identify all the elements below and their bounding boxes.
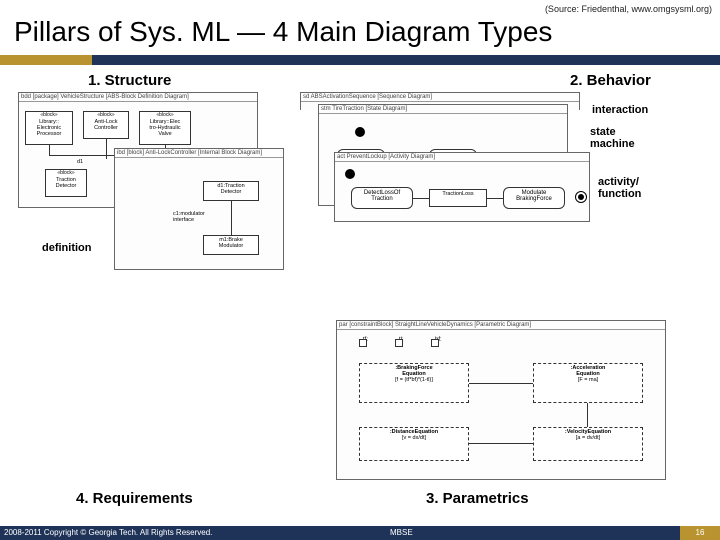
activity-final-dot xyxy=(578,194,584,200)
par-velocity: :VelocityEquation [a = dv/dt] xyxy=(533,427,643,461)
par-diagram: par [constraintBlock] StraightLineVehicl… xyxy=(336,320,666,480)
label-interaction: interaction xyxy=(592,104,648,116)
footer: 2008-2011 Copyright © Georgia Tech. All … xyxy=(0,526,720,540)
bdd-block-traction: «block» Traction Detector xyxy=(45,169,87,197)
ibd-traction-detector: d1:Traction Detector xyxy=(203,181,259,201)
ibd-header: ibd [block] Anti-LockController [Interna… xyxy=(115,149,283,158)
section-structure: 1. Structure xyxy=(88,72,171,89)
par-port-box xyxy=(359,339,367,347)
initial-state-icon xyxy=(355,127,365,137)
act-line xyxy=(487,198,503,199)
footer-center: MBSE xyxy=(390,526,413,540)
ibd-line xyxy=(231,201,232,235)
label-activity: activity/ function xyxy=(598,176,641,200)
page-title: Pillars of Sys. ML — 4 Main Diagram Type… xyxy=(14,16,552,48)
sd-header: sd ABSActivationSequence [Sequence Diagr… xyxy=(301,93,579,102)
ibd-brake-modulator: m1:Brake Modulator xyxy=(203,235,259,255)
bdd-block-valve: «block» Library::Elec tro-Hydraulic Valv… xyxy=(139,111,191,145)
bdd-line xyxy=(49,145,50,155)
activity-final-icon xyxy=(575,191,587,203)
par-line xyxy=(469,443,533,444)
par-header: par [constraintBlock] StraightLineVehicl… xyxy=(337,321,665,330)
bdd-block-antilock: «block» Anti-Lock Controller xyxy=(83,111,129,139)
footer-copyright: 2008-2011 Copyright © Georgia Tech. All … xyxy=(0,526,680,540)
par-acceleration: :Acceleration Equation [F = ma] xyxy=(533,363,643,403)
ibd-modulator-label: c1:modulator interface xyxy=(173,211,205,223)
source-citation: (Source: Friedenthal, www.omgsysml.org) xyxy=(545,4,712,14)
footer-page-number: 16 xyxy=(680,526,720,540)
act-detect: DetectLossOf Traction xyxy=(351,187,413,209)
bdd-block-processor: «block» Library:: Electronic Processor xyxy=(25,111,73,145)
bdd-line xyxy=(106,139,107,159)
act-diagram: act PreventLockup [Activity Diagram] Det… xyxy=(334,152,590,222)
section-requirements: 4. Requirements xyxy=(76,490,193,507)
ibd-diagram: ibd [block] Anti-LockController [Interna… xyxy=(114,148,284,270)
act-pin: TractionLoss xyxy=(429,189,487,207)
par-distance: :DistanceEquation [v = dx/dt] xyxy=(359,427,469,461)
stm-header: stm TireTraction [State Diagram] xyxy=(319,105,567,114)
title-underline xyxy=(0,52,720,62)
par-line xyxy=(587,403,588,427)
act-modulate: Modulate BrakingForce xyxy=(503,187,565,209)
section-parametrics: 3. Parametrics xyxy=(426,490,529,507)
act-header: act PreventLockup [Activity Diagram] xyxy=(335,153,589,162)
par-port-box xyxy=(431,339,439,347)
bdd-role-d1: d1 xyxy=(77,159,83,165)
activity-initial-icon xyxy=(345,169,355,179)
par-line xyxy=(469,383,533,384)
label-state-machine: state machine xyxy=(590,126,635,150)
act-line xyxy=(413,198,429,199)
par-port-box xyxy=(395,339,403,347)
bdd-header: bdd [package] VehicleStructure [ABS-Bloc… xyxy=(19,93,257,102)
section-behavior: 2. Behavior xyxy=(570,72,651,89)
par-braking-force: :BrakingForce Equation [f = (tf*bf)*(1-t… xyxy=(359,363,469,403)
label-definition: definition xyxy=(42,242,92,254)
